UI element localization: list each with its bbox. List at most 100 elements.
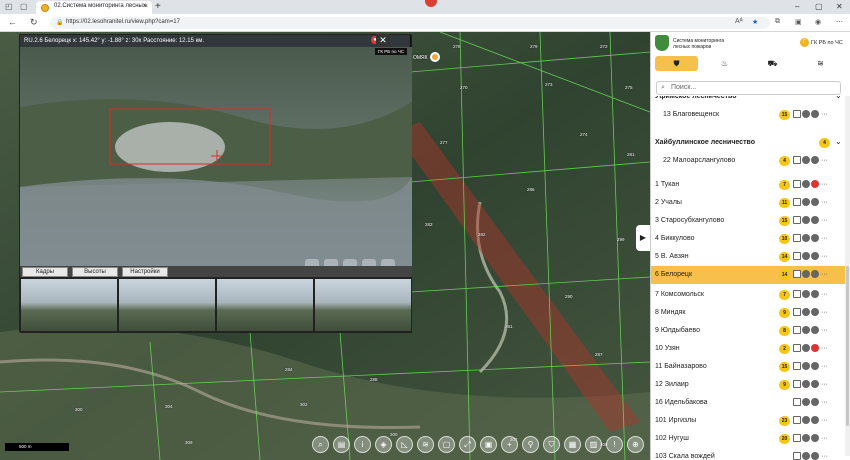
more-icon[interactable]: ··· [821, 363, 828, 370]
status-icon[interactable] [811, 416, 819, 424]
more-icon[interactable]: ··· [821, 453, 828, 460]
history-icon[interactable] [802, 180, 810, 188]
expand-panel-button[interactable]: ▶ [636, 225, 650, 251]
history-icon[interactable] [802, 380, 810, 388]
status-icon[interactable] [811, 216, 819, 224]
table-icon[interactable]: ▥ [585, 436, 602, 453]
pin-icon[interactable]: ⚲ [522, 436, 539, 453]
layers-icon[interactable]: ◈ [375, 436, 392, 453]
camera-location-marker[interactable] [430, 52, 440, 62]
preview-icon[interactable] [793, 252, 801, 260]
alert-icon[interactable]: ! [606, 436, 623, 453]
crosshair-icon[interactable]: ⊕ [627, 436, 644, 453]
camera-list-item[interactable]: 102 Нугуш 20 ··· [651, 430, 845, 448]
preview-icon[interactable] [793, 380, 801, 388]
tab-settings[interactable]: Настройки [122, 267, 168, 277]
maximize-icon[interactable]: ▢ [815, 2, 823, 11]
zoom-search-icon[interactable]: ⌕ [312, 436, 329, 453]
history-icon[interactable] [802, 290, 810, 298]
scrollbar[interactable] [845, 96, 850, 456]
status-icon[interactable] [811, 434, 819, 442]
status-icon[interactable] [811, 110, 819, 118]
stack-icon[interactable]: ≋ [417, 436, 434, 453]
preview-icon[interactable] [793, 110, 801, 118]
status-icon[interactable] [811, 326, 819, 334]
frame-thumbnail[interactable] [119, 279, 215, 331]
shield-icon[interactable]: ⛉ [543, 436, 560, 453]
more-icon[interactable]: ··· [821, 309, 828, 316]
status-icon[interactable] [811, 270, 819, 278]
history-icon[interactable] [802, 252, 810, 260]
more-icon[interactable]: ··· [821, 435, 828, 442]
forestry-group[interactable]: Хайбуллинское лесничество 4 ⌄ [651, 134, 845, 152]
more-menu-icon[interactable]: ⋯ [836, 18, 843, 26]
more-icon[interactable]: ··· [821, 181, 828, 188]
chevron-down-icon[interactable]: ⌄ [835, 137, 842, 146]
history-icon[interactable] [802, 434, 810, 442]
preview-icon[interactable] [793, 362, 801, 370]
camera-list-item[interactable]: 22 Малоарслангулово 4 ··· [651, 152, 845, 170]
tab-fires[interactable]: ♨ [703, 56, 746, 71]
camera-list-item[interactable]: 5 В. Авзян 14 ··· [651, 248, 845, 266]
user-profile-icon[interactable]: ◉ [815, 18, 821, 26]
camera-list-item[interactable]: 6 Белорецк 14 ··· [651, 266, 845, 284]
camera-control-button[interactable] [380, 259, 395, 266]
camera-list-item[interactable]: 11 Байназарово 15 ··· [651, 358, 845, 376]
preview-icon[interactable] [793, 344, 801, 352]
preview-icon[interactable] [793, 326, 801, 334]
status-icon[interactable] [811, 344, 819, 352]
tab-cameras[interactable]: ⛊ [655, 56, 698, 71]
preview-icon[interactable] [793, 452, 801, 460]
preview-icon[interactable] [793, 234, 801, 242]
camera-list-item[interactable]: 13 Благовещенск 15 ··· [651, 106, 845, 124]
history-icon[interactable] [802, 416, 810, 424]
close-tab-icon[interactable]: × [144, 3, 148, 10]
user-menu[interactable]: Г ГК РБ по ЧС [800, 38, 843, 47]
minimize-icon[interactable]: – [795, 2, 799, 11]
preview-icon[interactable] [793, 416, 801, 424]
more-icon[interactable]: ··· [821, 381, 828, 388]
status-icon[interactable] [811, 234, 819, 242]
back-icon[interactable]: ← [8, 17, 17, 27]
camera-list-item[interactable]: 10 Узян 2 ··· [651, 340, 845, 358]
preview-icon[interactable] [793, 180, 801, 188]
more-icon[interactable]: ··· [821, 253, 828, 260]
url-field[interactable]: 🔒 https://02.lesohranitel.ru/view.php?ca… [50, 17, 770, 29]
preview-icon[interactable] [793, 156, 801, 164]
camera-list-item[interactable]: 2 Учалы 11 ··· [651, 194, 845, 212]
browser-tab[interactable]: 02.Система мониторинга лесных × [36, 1, 152, 14]
camera-control-button[interactable] [342, 259, 357, 266]
tab-vehicles[interactable]: ⛟ [751, 56, 794, 71]
history-icon[interactable] [802, 308, 810, 316]
history-icon[interactable] [802, 398, 810, 406]
new-tab-button[interactable]: + [155, 1, 161, 12]
status-icon[interactable] [811, 198, 819, 206]
preview-icon[interactable] [793, 290, 801, 298]
preview-icon[interactable] [793, 434, 801, 442]
camera-list-item[interactable]: 101 Иргизлы 23 ··· [651, 412, 845, 430]
preview-icon[interactable] [793, 398, 801, 406]
camera-list-item[interactable]: 9 Юлдыбаево 8 ··· [651, 322, 845, 340]
history-icon[interactable] [802, 344, 810, 352]
preview-icon[interactable] [793, 308, 801, 316]
frame-thumbnail[interactable] [315, 279, 411, 331]
history-icon[interactable] [802, 234, 810, 242]
status-icon[interactable] [811, 362, 819, 370]
tab-actions-icon[interactable]: ▢ [20, 2, 28, 11]
info-icon[interactable]: i [354, 436, 371, 453]
camera-list-item[interactable]: 7 Комсомольск 7 ··· [651, 286, 845, 304]
forestry-group[interactable]: Уфимское лесничество ⌄ [651, 96, 845, 106]
history-icon[interactable] [802, 270, 810, 278]
extensions-icon[interactable]: ⧉ [775, 18, 780, 26]
camera-list-item[interactable]: 12 Зилаир 9 ··· [651, 376, 845, 394]
more-icon[interactable]: ··· [821, 291, 828, 298]
more-icon[interactable]: ··· [821, 217, 828, 224]
camera-control-button[interactable] [361, 259, 376, 266]
more-icon[interactable]: ··· [821, 271, 828, 278]
status-icon[interactable] [811, 180, 819, 188]
camera-list-item[interactable]: 1 Тукан 7 ··· [651, 176, 845, 194]
tab-frames[interactable]: Кадры [22, 267, 68, 277]
chevron-down-icon[interactable]: ⌄ [835, 96, 842, 100]
status-icon[interactable] [811, 252, 819, 260]
frame-thumbnail[interactable] [21, 279, 117, 331]
